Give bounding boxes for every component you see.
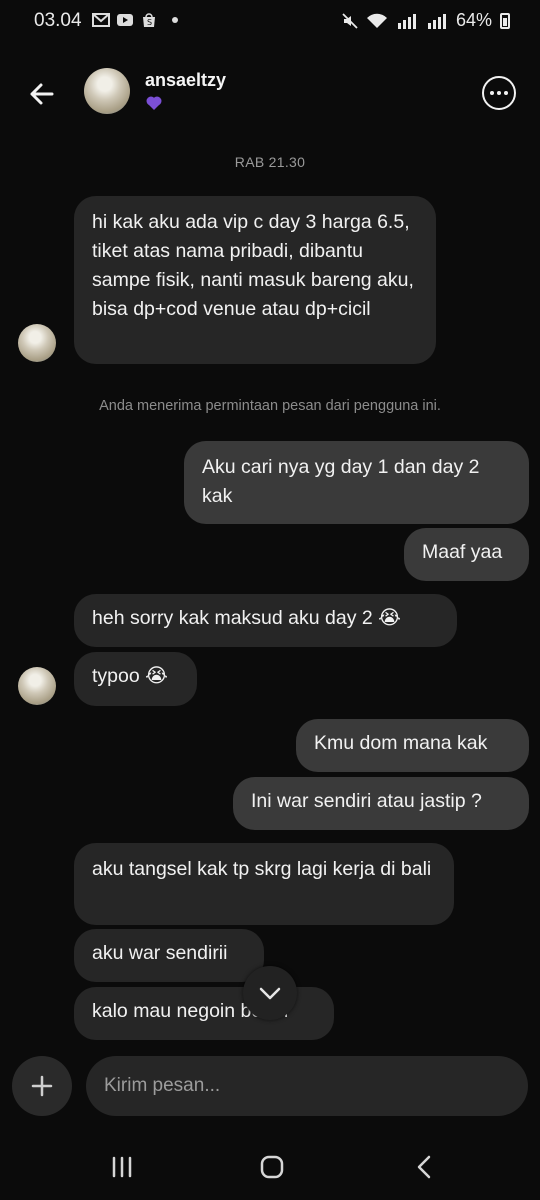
- signal-1-icon: [397, 13, 416, 29]
- sender-avatar[interactable]: [18, 667, 56, 705]
- chat-header: ansaeltzy: [0, 56, 540, 132]
- wifi-icon: [366, 13, 387, 28]
- incoming-message[interactable]: aku war sendirii: [74, 929, 264, 982]
- battery-icon: [500, 12, 510, 29]
- mute-icon: [342, 12, 358, 29]
- add-attachment-button[interactable]: [12, 1056, 72, 1116]
- incoming-message[interactable]: hi kak aku ada vip c day 3 harga 6.5, ti…: [74, 196, 436, 364]
- status-bar: 03.04 S 64%: [0, 0, 540, 46]
- scroll-to-bottom-button[interactable]: [243, 966, 297, 1020]
- outgoing-message[interactable]: Kmu dom mana kak: [296, 719, 529, 772]
- outgoing-message[interactable]: Ini war sendiri atau jastip ?: [233, 777, 529, 830]
- plus-icon: [31, 1075, 53, 1097]
- svg-text:S: S: [147, 18, 152, 27]
- system-notice: Anda menerima permintaan pesan dari peng…: [99, 398, 441, 414]
- incoming-message[interactable]: heh sorry kak maksud aku day 2 😭: [74, 594, 457, 647]
- incoming-message[interactable]: typoo 😭: [74, 652, 197, 706]
- more-icon[interactable]: [482, 76, 516, 110]
- outgoing-message[interactable]: Maaf yaa: [404, 528, 529, 581]
- nav-back-icon[interactable]: [404, 1150, 444, 1184]
- recents-icon[interactable]: [102, 1150, 142, 1184]
- battery-percent: 64%: [455, 10, 492, 30]
- purple-heart-icon: [146, 96, 162, 110]
- system-nav-bar: [0, 1132, 540, 1200]
- message-input[interactable]: [86, 1056, 528, 1116]
- incoming-message[interactable]: aku tangsel kak tp skrg lagi kerja di ba…: [74, 843, 454, 925]
- youtube-icon: [117, 14, 133, 26]
- shopee-icon: S: [143, 13, 155, 27]
- system-indicators: 64%: [342, 10, 510, 31]
- gmail-icon: [92, 13, 110, 27]
- outgoing-message[interactable]: Aku cari nya yg day 1 dan day 2 kak: [184, 441, 529, 524]
- chevron-down-icon: [259, 987, 281, 1000]
- more-notifications-dot: [172, 17, 178, 23]
- username[interactable]: ansaeltzy: [145, 70, 226, 91]
- signal-2-icon: [427, 13, 446, 29]
- avatar[interactable]: [84, 68, 130, 114]
- status-time: 03.04: [34, 10, 82, 31]
- sender-avatar[interactable]: [18, 324, 56, 362]
- home-icon[interactable]: [252, 1150, 292, 1184]
- message-composer: [0, 1044, 540, 1132]
- arrow-left-icon[interactable]: [22, 74, 62, 114]
- notification-icons: S: [92, 12, 178, 28]
- message-timestamp: RAB 21.30: [234, 154, 306, 170]
